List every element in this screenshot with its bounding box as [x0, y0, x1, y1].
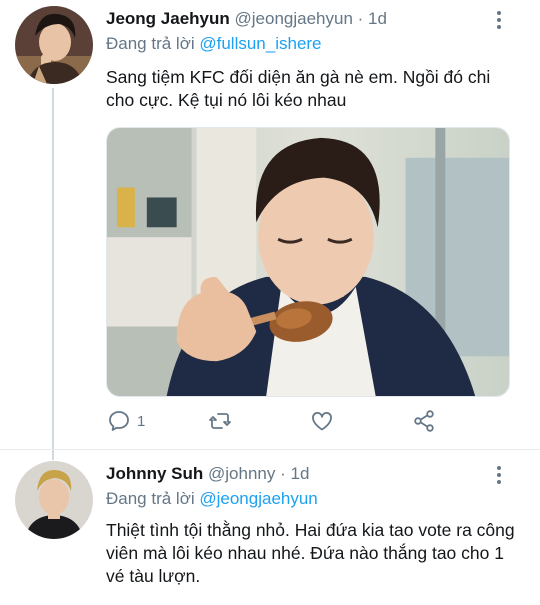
reply-prefix: Đang trả lời: [106, 489, 200, 508]
avatar[interactable]: [15, 461, 93, 539]
share-button[interactable]: [412, 408, 436, 434]
tweet-media-image[interactable]: [106, 127, 510, 397]
like-button[interactable]: [310, 408, 334, 434]
author-handle[interactable]: @johnny: [208, 464, 275, 483]
timestamp[interactable]: 1d: [291, 464, 310, 483]
retweet-button[interactable]: [208, 408, 232, 434]
more-vertical-icon[interactable]: [492, 464, 506, 486]
reply-mention-link[interactable]: @jeongjaehyun: [199, 489, 317, 508]
tweet-header: Jeong Jaehyun @jeongjaehyun · 1d: [106, 8, 387, 30]
tweet-text: Sang tiệm KFC đối diện ăn gà nè em. Ngồi…: [106, 67, 491, 110]
reply-button[interactable]: 1: [107, 408, 145, 434]
reply-mention-link[interactable]: @fullsun_ishere: [199, 34, 321, 53]
author-name[interactable]: Jeong Jaehyun: [106, 9, 230, 28]
tweet-text: Thiệt tình tội thằng nhỏ. Hai đứa kia ta…: [106, 520, 515, 586]
author-handle[interactable]: @jeongjaehyun: [235, 9, 353, 28]
reply-count: 1: [137, 412, 146, 430]
tweet-header: Johnny Suh @johnny · 1d: [106, 463, 309, 485]
more-vertical-icon[interactable]: [492, 9, 506, 31]
meta-separator: ·: [357, 9, 364, 28]
avatar-photo: [15, 461, 93, 539]
timestamp[interactable]: 1d: [368, 9, 387, 28]
avatar-photo: [15, 6, 93, 84]
replying-to: Đang trả lời @fullsun_ishere: [106, 33, 322, 55]
meta-separator: ·: [280, 464, 286, 483]
avatar[interactable]: [15, 6, 93, 84]
replying-to: Đang trả lời @jeongjaehyun: [106, 488, 318, 510]
reply-prefix: Đang trả lời: [106, 34, 200, 53]
retweet-icon: [209, 413, 231, 429]
author-name[interactable]: Johnny Suh: [106, 464, 203, 483]
heart-icon: [312, 411, 332, 431]
share-icon: [414, 410, 434, 432]
reply-icon: [109, 411, 129, 431]
tweet-divider: [0, 449, 540, 450]
photo-man-eating: [107, 128, 509, 396]
thread-line: [52, 88, 54, 460]
